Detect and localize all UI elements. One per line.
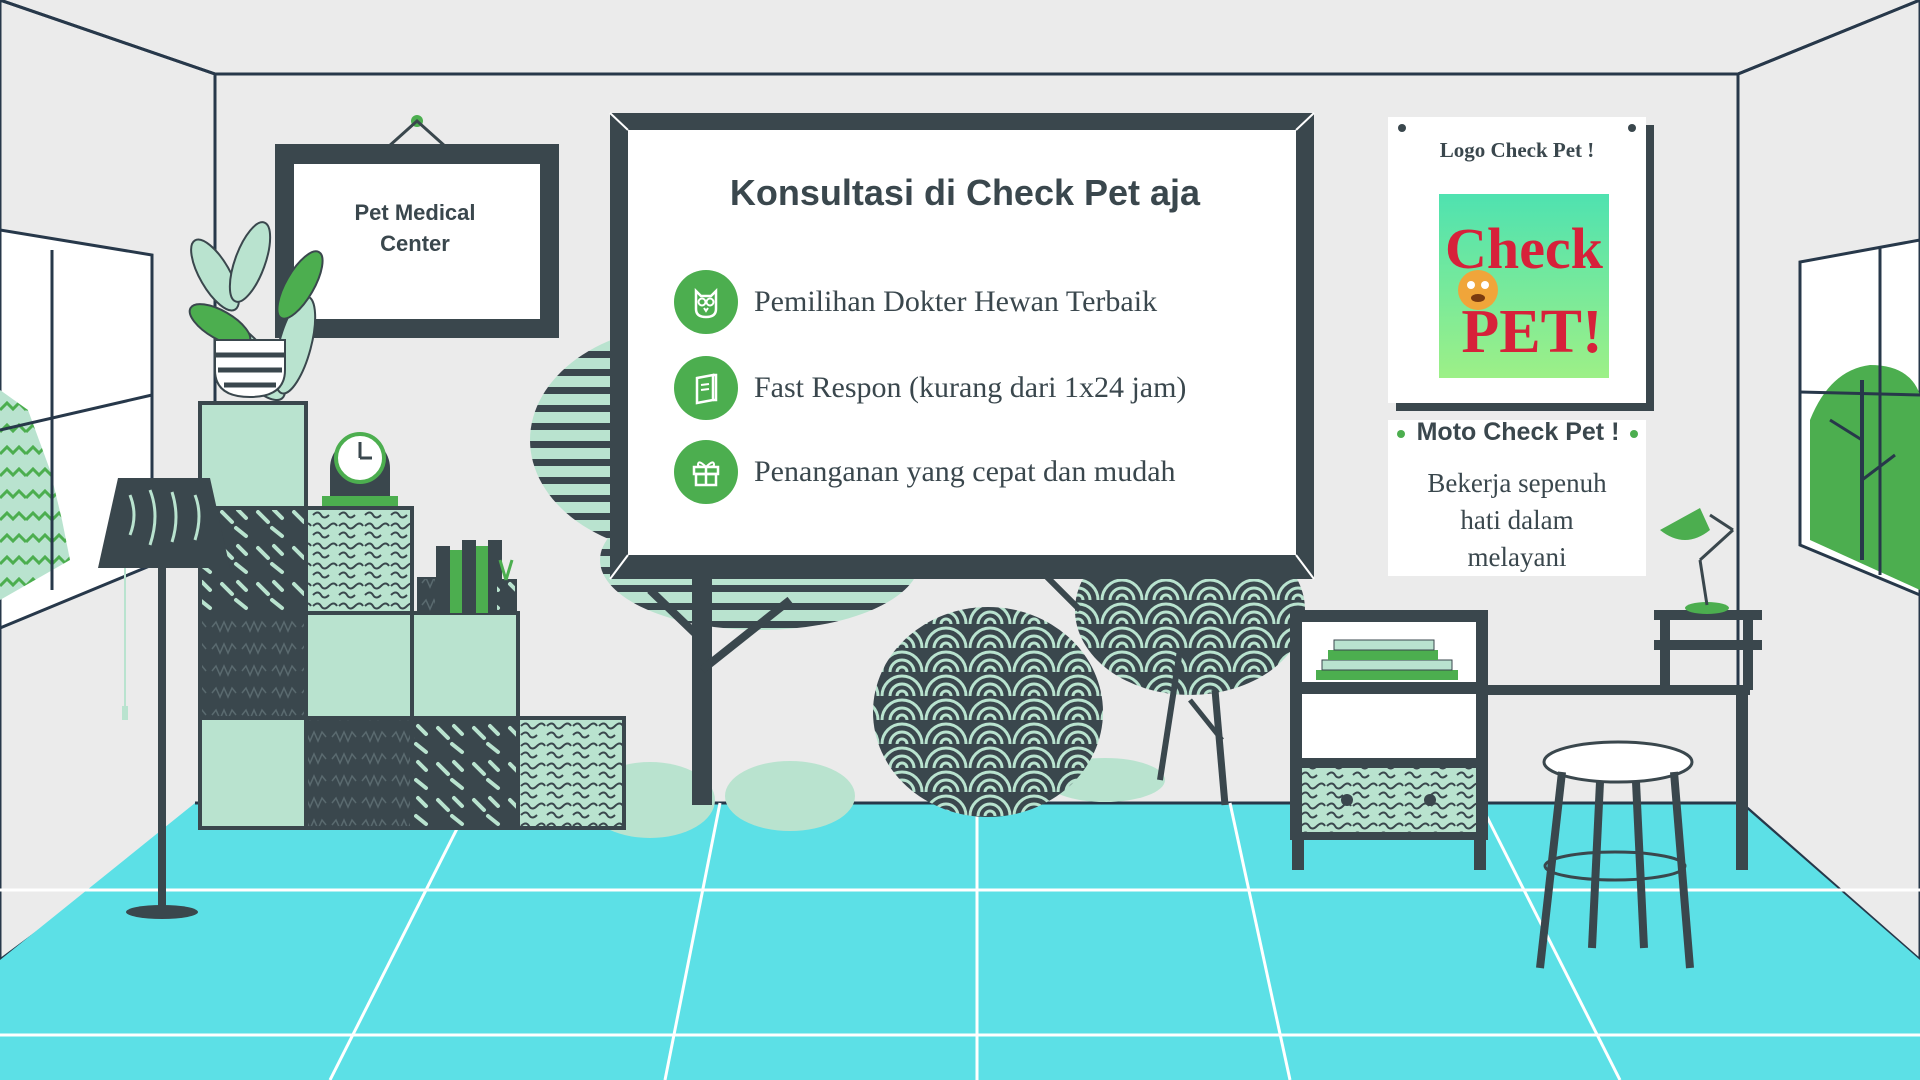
board-item-2: Fast Respon (kurang dari 1x24 jam) — [674, 356, 1186, 420]
board-item-3: Penanganan yang cepat dan mudah — [674, 440, 1176, 504]
dog-face-icon — [1458, 270, 1498, 310]
owl-icon — [674, 270, 738, 334]
board-title: Konsultasi di Check Pet aja — [729, 172, 1201, 213]
board-item-1: Pemilihan Dokter Hewan Terbaik — [674, 270, 1157, 334]
logo-card-title: Logo Check Pet ! — [1439, 138, 1595, 162]
svg-text:Check: Check — [1445, 216, 1604, 281]
right-window — [1798, 238, 1920, 597]
moto-card-text: Bekerja sepenuh hati dalam melayani — [1392, 465, 1642, 576]
frame-title-line1: Pet Medical — [354, 200, 476, 225]
moto-line-3: melayani — [1467, 542, 1567, 572]
nightstand — [1290, 610, 1488, 870]
board-item-label: Pemilihan Dokter Hewan Terbaik — [754, 285, 1158, 318]
frame-title: Pet Medical Center — [290, 197, 540, 259]
moto-line-2: hati dalam — [1460, 505, 1574, 535]
board-item-label: Fast Respon (kurang dari 1x24 jam) — [754, 371, 1187, 404]
gift-icon — [674, 440, 738, 504]
bush-mid — [725, 761, 855, 831]
moto-line-1: Bekerja sepenuh — [1427, 468, 1607, 498]
left-window — [0, 228, 154, 630]
moto-card-title: Moto Check Pet ! — [1416, 418, 1620, 446]
frame-title-line2: Center — [380, 231, 450, 256]
board-item-label: Penanganan yang cepat dan mudah — [754, 455, 1176, 488]
floor — [0, 803, 1920, 1080]
notebook-icon — [674, 356, 738, 420]
